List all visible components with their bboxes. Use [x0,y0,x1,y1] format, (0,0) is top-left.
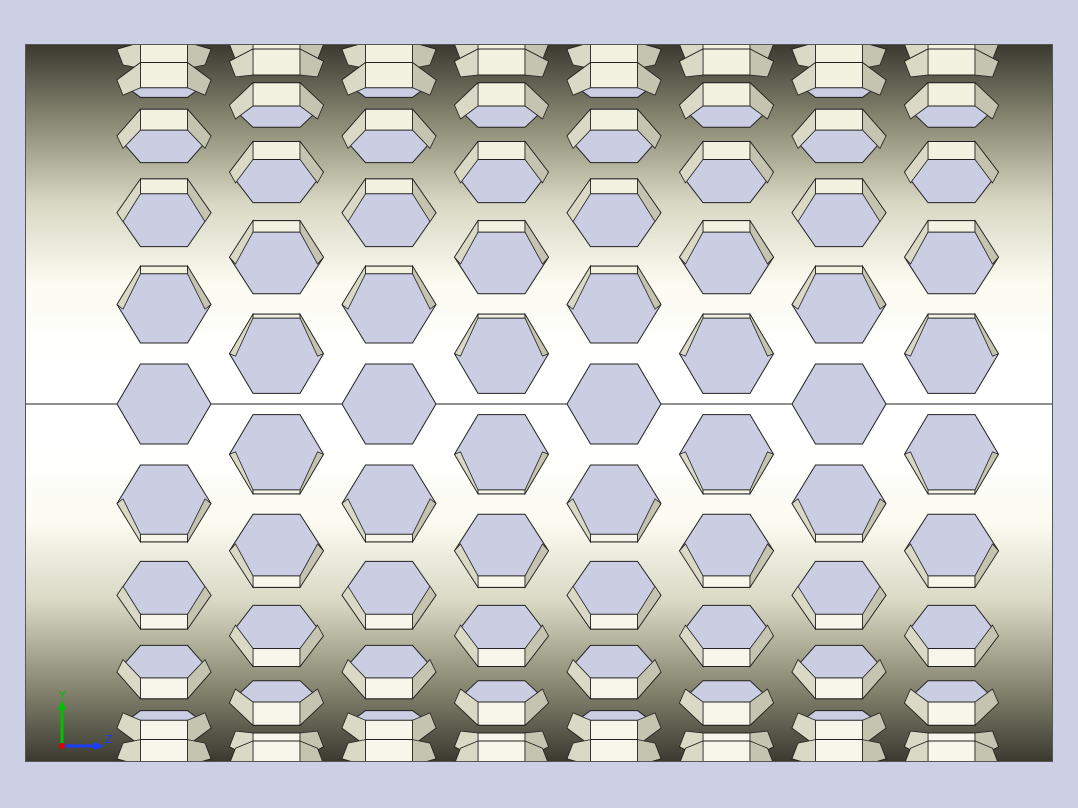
hole-wall-face [590,178,638,195]
hole-wall-face [477,220,526,233]
hole-wall-face [815,739,863,761]
hole-wall-face [252,313,301,319]
hole-wall-face [590,62,638,89]
hole-wall-face [252,575,301,588]
hole-wall-face [252,489,301,495]
hole-wall-face [477,740,526,761]
hole-wall-face [365,613,413,630]
hole-wall-face [252,740,301,761]
hole-wall-face [927,489,976,495]
hole-wall-face [927,740,976,761]
hole-wall-face [702,575,751,588]
hole-wall-face [815,677,863,700]
hole-wall-face [702,647,751,668]
axis-triad-graphic: Y Z [58,689,113,750]
hole-wall-face [702,701,751,726]
hole-wall-face [140,613,188,630]
hole-wall-face [477,489,526,495]
hole-wall-face [477,313,526,319]
hole-wall-face [252,48,301,76]
hole-wall-face [927,48,976,76]
hole-wall-face [252,701,301,726]
hole-wall-face [927,575,976,588]
model-scene[interactable] [26,45,1052,761]
hole-wall-face [365,677,413,700]
hole-wall-face [927,647,976,668]
hole-wall-face [815,533,863,543]
hole-wall-face [590,677,638,700]
hole-wall-face [702,220,751,233]
hole-wall-face [477,82,526,107]
hole-wall-face [927,313,976,319]
hole-wall-face [140,533,188,543]
hole-wall-face [140,677,188,700]
hole-wall-face [815,265,863,275]
hole-wall-face [702,82,751,107]
hole-wall-face [590,533,638,543]
hole-wall-face [140,265,188,275]
hole-wall-face [927,82,976,107]
hole-wall-face [365,533,413,543]
hole-wall-face [927,140,976,161]
hole-wall-face [590,108,638,131]
hole-wall-face [477,701,526,726]
hole-wall-face [815,613,863,630]
hole-wall-face [927,220,976,233]
hole-wall-face [365,178,413,195]
hole-wall-face [252,220,301,233]
hole-wall-face [252,647,301,668]
hole-wall-face [365,108,413,131]
hole-wall-face [815,178,863,195]
z-axis-label: Z [105,733,113,746]
hole-wall-face [477,140,526,161]
x-axis-point [59,743,65,749]
hole-wall-face [252,82,301,107]
hole-wall-face [590,265,638,275]
hole-wall-face [590,739,638,761]
hole-wall-face [365,62,413,89]
hole-wall-face [702,140,751,161]
hole-wall-face [365,739,413,761]
hole-wall-face [702,313,751,319]
hole-wall-face [252,140,301,161]
z-axis-arrowhead [94,742,104,750]
hole-wall-face [702,48,751,76]
hole-wall-face [815,108,863,131]
hole-wall-face [702,740,751,761]
3d-viewport[interactable] [25,44,1053,762]
cad-application: Y Z [0,0,1078,808]
hole-wall-face [140,739,188,761]
hole-wall-face [477,647,526,668]
y-axis-label: Y [58,689,66,702]
hole-wall-face [140,62,188,89]
axis-triad[interactable]: Y Z [50,688,120,754]
hole-wall-face [702,489,751,495]
hole-wall-face [815,62,863,89]
hole-wall-face [140,108,188,131]
hole-wall-face [140,178,188,195]
hole-wall-face [590,613,638,630]
hole-wall-face [365,265,413,275]
hole-wall-face [477,48,526,76]
hole-wall-face [477,575,526,588]
hole-wall-face [927,701,976,726]
